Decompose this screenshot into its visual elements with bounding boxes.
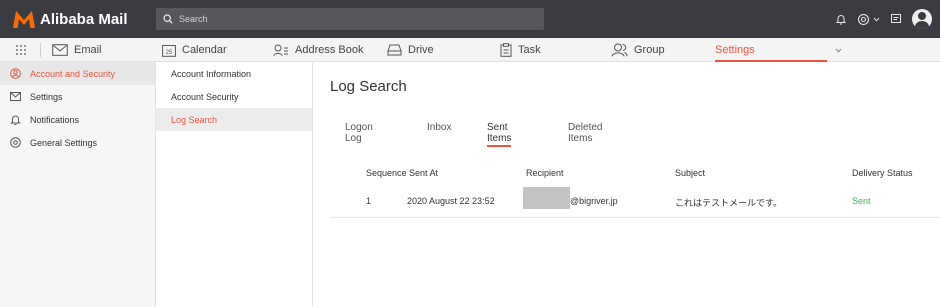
cell-delivery-status: Sent xyxy=(852,196,871,206)
submenu-log-search[interactable]: Log Search xyxy=(156,108,312,131)
sidebar-item-label: General Settings xyxy=(30,137,98,148)
tab-sent-items[interactable]: Sent Items xyxy=(487,122,512,147)
cell-sequence: 1 xyxy=(366,196,372,206)
envelope-icon xyxy=(10,92,21,101)
logo-m-icon xyxy=(13,11,35,28)
nav-address-book-label: Address Book xyxy=(295,44,364,56)
search-placeholder: Search xyxy=(179,14,208,24)
tab-logon-log[interactable]: Logon Log xyxy=(345,122,373,147)
nav-group[interactable]: Group xyxy=(611,38,665,62)
tab-inbox[interactable]: Inbox xyxy=(427,122,451,147)
tab-deleted-items[interactable]: Deleted Items xyxy=(568,122,602,147)
bell-icon xyxy=(10,115,21,125)
row-divider xyxy=(330,217,940,218)
group-icon xyxy=(611,43,628,57)
submenu-item-label: Log Search xyxy=(171,114,218,125)
calendar-date: 25 xyxy=(166,49,173,55)
nav-task[interactable]: Task xyxy=(500,38,541,62)
contacts-icon xyxy=(273,44,288,56)
submenu-account-security[interactable]: Account Security xyxy=(156,85,312,108)
submenu-item-label: Account Information xyxy=(171,68,252,79)
user-circle-icon xyxy=(10,68,21,79)
submenu: Account Information Account Security Log… xyxy=(156,62,313,307)
nav-calendar[interactable]: 25 Calendar xyxy=(162,38,227,62)
sidebar-item-label: Settings xyxy=(30,91,63,102)
app-name: Alibaba Mail xyxy=(40,10,128,28)
app-grid-icon[interactable] xyxy=(15,44,27,56)
cell-sent-at: 2020 August 22 23:52 xyxy=(407,196,495,206)
column-header-recipient: Recipient xyxy=(526,168,564,178)
page-title: Log Search xyxy=(330,78,407,95)
tab-label: Logon Log xyxy=(345,122,373,144)
tab-label: Sent Items xyxy=(487,122,512,144)
nav-settings-label: Settings xyxy=(715,44,755,56)
active-tab-indicator xyxy=(487,145,512,147)
cell-subject: これはテストメールです。 xyxy=(675,198,783,208)
nav-drive[interactable]: Drive xyxy=(387,38,434,62)
submenu-account-information[interactable]: Account Information xyxy=(156,62,312,85)
sidebar-item-settings[interactable]: Settings xyxy=(0,85,155,108)
drive-icon xyxy=(387,44,402,56)
tab-label: Inbox xyxy=(427,122,452,133)
nav-email-label: Email xyxy=(74,44,102,56)
submenu-item-label: Account Security xyxy=(171,91,239,102)
nav-address-book[interactable]: Address Book xyxy=(273,38,363,62)
clipboard-icon xyxy=(500,43,512,57)
redacted-recipient xyxy=(523,187,570,209)
nav-task-label: Task xyxy=(518,44,541,56)
chevron-down-icon[interactable] xyxy=(835,48,842,53)
search-input[interactable]: Search xyxy=(156,8,544,30)
cell-recipient: @bigriver.jp xyxy=(570,196,618,206)
sidebar-item-general-settings[interactable]: General Settings xyxy=(0,131,155,154)
search-icon xyxy=(163,14,173,24)
gear-icon xyxy=(10,137,21,148)
tab-label: Deleted Items xyxy=(568,122,603,144)
column-header-sequence: Sequence xyxy=(366,168,407,178)
calendar-icon: 25 xyxy=(162,44,176,57)
feedback-icon[interactable] xyxy=(890,13,902,25)
gear-icon xyxy=(857,13,870,25)
sidebar-item-label: Notifications xyxy=(30,114,80,125)
sidebar: Account and Security Settings Notificati… xyxy=(0,62,156,307)
column-header-delivery-status: Delivery Status xyxy=(852,168,913,178)
nav-calendar-label: Calendar xyxy=(182,44,227,56)
sidebar-item-account-security[interactable]: Account and Security xyxy=(0,62,155,85)
settings-dropdown[interactable] xyxy=(857,13,880,26)
column-header-subject: Subject xyxy=(675,168,706,178)
sidebar-item-notifications[interactable]: Notifications xyxy=(0,108,155,131)
bell-icon[interactable] xyxy=(835,13,847,25)
nav-group-label: Group xyxy=(634,44,665,56)
nav-email[interactable]: Email xyxy=(52,38,102,62)
mail-icon xyxy=(52,44,68,56)
chevron-down-icon xyxy=(873,17,880,22)
main-nav: Email 25 Calendar Address Book Drive Tas… xyxy=(0,38,940,62)
nav-settings[interactable]: Settings xyxy=(715,38,827,62)
app-logo[interactable]: Alibaba Mail xyxy=(12,9,128,29)
column-header-sent-at: Sent At xyxy=(409,168,439,178)
top-bar: Alibaba Mail Search xyxy=(0,0,940,38)
nav-drive-label: Drive xyxy=(408,44,434,56)
sidebar-item-label: Account and Security xyxy=(30,68,116,79)
main-content: Log Search Logon Log Inbox Sent Items De… xyxy=(313,62,940,307)
avatar[interactable] xyxy=(912,9,932,29)
